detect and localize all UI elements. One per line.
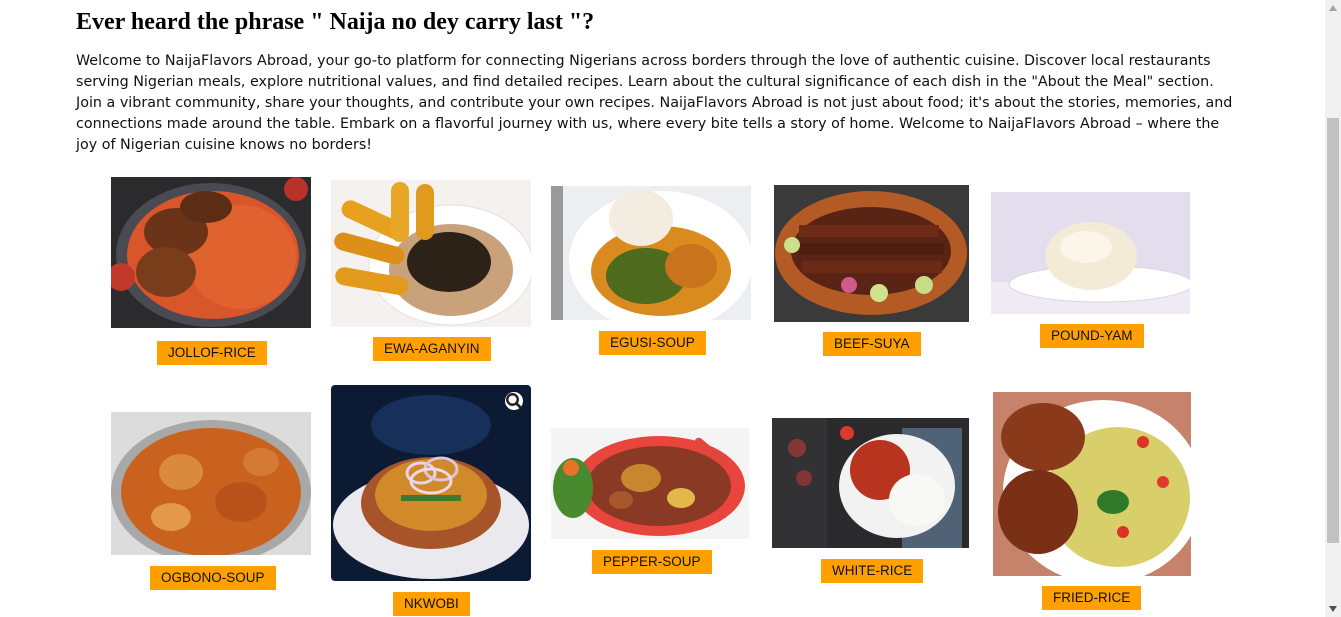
arrow-down-icon[interactable] — [1325, 601, 1341, 617]
ewa-aganyin-photo[interactable] — [331, 180, 531, 327]
page-title: Ever heard the phrase " Naija no dey car… — [76, 9, 595, 35]
jollof-rice-photo[interactable] — [111, 177, 311, 328]
arrow-up-icon[interactable] — [1325, 0, 1341, 16]
magnifier-icon[interactable] — [505, 392, 523, 410]
white-rice-button[interactable]: WHITE-RICE — [821, 559, 924, 583]
beef-suya-button[interactable]: BEEF-SUYA — [823, 332, 921, 356]
pound-yam-photo[interactable] — [991, 192, 1190, 314]
scrollbar-thumb[interactable] — [1327, 118, 1339, 543]
pepper-soup-button[interactable]: PEPPER-SOUP — [592, 550, 712, 574]
vertical-scrollbar[interactable] — [1325, 0, 1341, 617]
ogbono-soup-button[interactable]: OGBONO-SOUP — [150, 566, 276, 590]
egusi-soup-photo[interactable] — [551, 186, 751, 320]
jollof-rice-button[interactable]: JOLLOF-RICE — [157, 341, 267, 365]
fried-rice-photo[interactable] — [993, 392, 1191, 576]
fried-rice-button[interactable]: FRIED-RICE — [1042, 586, 1142, 610]
egusi-soup-button[interactable]: EGUSI-SOUP — [599, 331, 706, 355]
pepper-soup-photo[interactable] — [551, 428, 749, 539]
nkwobi-photo[interactable] — [331, 385, 531, 581]
white-rice-photo[interactable] — [772, 418, 969, 548]
beef-suya-photo[interactable] — [774, 185, 969, 322]
nkwobi-button[interactable]: NKWOBI — [393, 592, 470, 616]
ogbono-soup-photo[interactable] — [111, 412, 311, 555]
pound-yam-button[interactable]: POUND-YAM — [1040, 324, 1144, 348]
intro-paragraph: Welcome to NaijaFlavors Abroad, your go-… — [76, 53, 1233, 153]
ewa-aganyin-button[interactable]: EWA-AGANYIN — [373, 337, 491, 361]
page-content: Ever heard the phrase " Naija no dey car… — [0, 0, 1325, 617]
